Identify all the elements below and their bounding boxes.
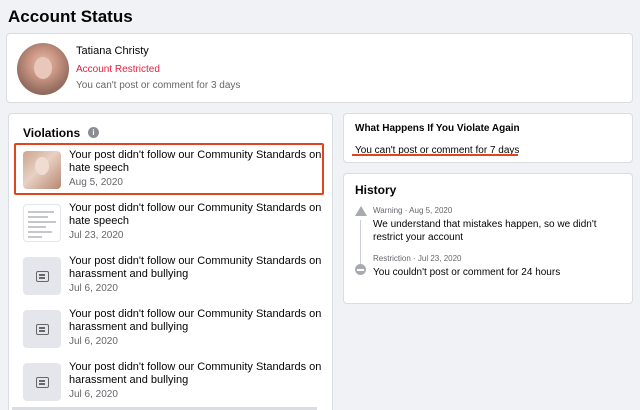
post-thumbnail <box>23 257 61 295</box>
post-thumbnail <box>23 310 61 348</box>
page-title: Account Status <box>8 7 133 26</box>
violation-text: Your post didn't follow our Community St… <box>69 308 322 333</box>
timeline-line <box>360 220 361 264</box>
post-thumbnail <box>23 204 61 242</box>
post-icon <box>36 271 49 282</box>
restriction-icon <box>355 264 366 275</box>
violation-text: Your post didn't follow our Community St… <box>69 255 322 280</box>
what-happens-title: What Happens If You Violate Again <box>355 123 520 134</box>
violation-date: Jul 6, 2020 <box>69 283 118 294</box>
profile-name[interactable]: Tatiana Christy <box>76 45 149 57</box>
history-card: History Warning · Aug 5, 2020 We underst… <box>343 173 633 304</box>
account-status-label: Account Restricted <box>76 64 160 75</box>
history-text: You couldn't post or comment for 24 hour… <box>373 267 561 278</box>
history-title: History <box>355 183 397 197</box>
violation-text: Your post didn't follow our Community St… <box>69 202 322 227</box>
info-icon[interactable]: i <box>88 127 99 138</box>
avatar[interactable] <box>17 43 69 95</box>
history-meta: Warning · Aug 5, 2020 <box>373 206 453 215</box>
post-icon <box>36 324 49 335</box>
profile-card: Tatiana Christy Account Restricted You c… <box>6 33 633 103</box>
violation-date: Jul 23, 2020 <box>69 230 124 241</box>
violation-date: Jul 6, 2020 <box>69 389 118 400</box>
highlight-annotation <box>14 143 324 195</box>
post-thumbnail <box>23 363 61 401</box>
underline-annotation <box>352 154 518 156</box>
violation-item[interactable]: Your post didn't follow our Community St… <box>21 200 326 246</box>
history-meta: Restriction · Jul 23, 2020 <box>373 254 462 263</box>
violations-title: Violations <box>23 126 81 140</box>
post-icon <box>36 377 49 388</box>
violation-item[interactable]: Your post didn't follow our Community St… <box>21 253 326 299</box>
violation-item[interactable]: Your post didn't follow our Community St… <box>21 359 326 405</box>
violation-text: Your post didn't follow our Community St… <box>69 361 322 386</box>
violation-date: Jul 6, 2020 <box>69 336 118 347</box>
restriction-note: You can't post or comment for 3 days <box>76 80 241 91</box>
history-text: We understand that mistakes happen, so w… <box>373 219 597 243</box>
warning-icon <box>355 206 367 216</box>
violation-item[interactable]: Your post didn't follow our Community St… <box>21 306 326 352</box>
